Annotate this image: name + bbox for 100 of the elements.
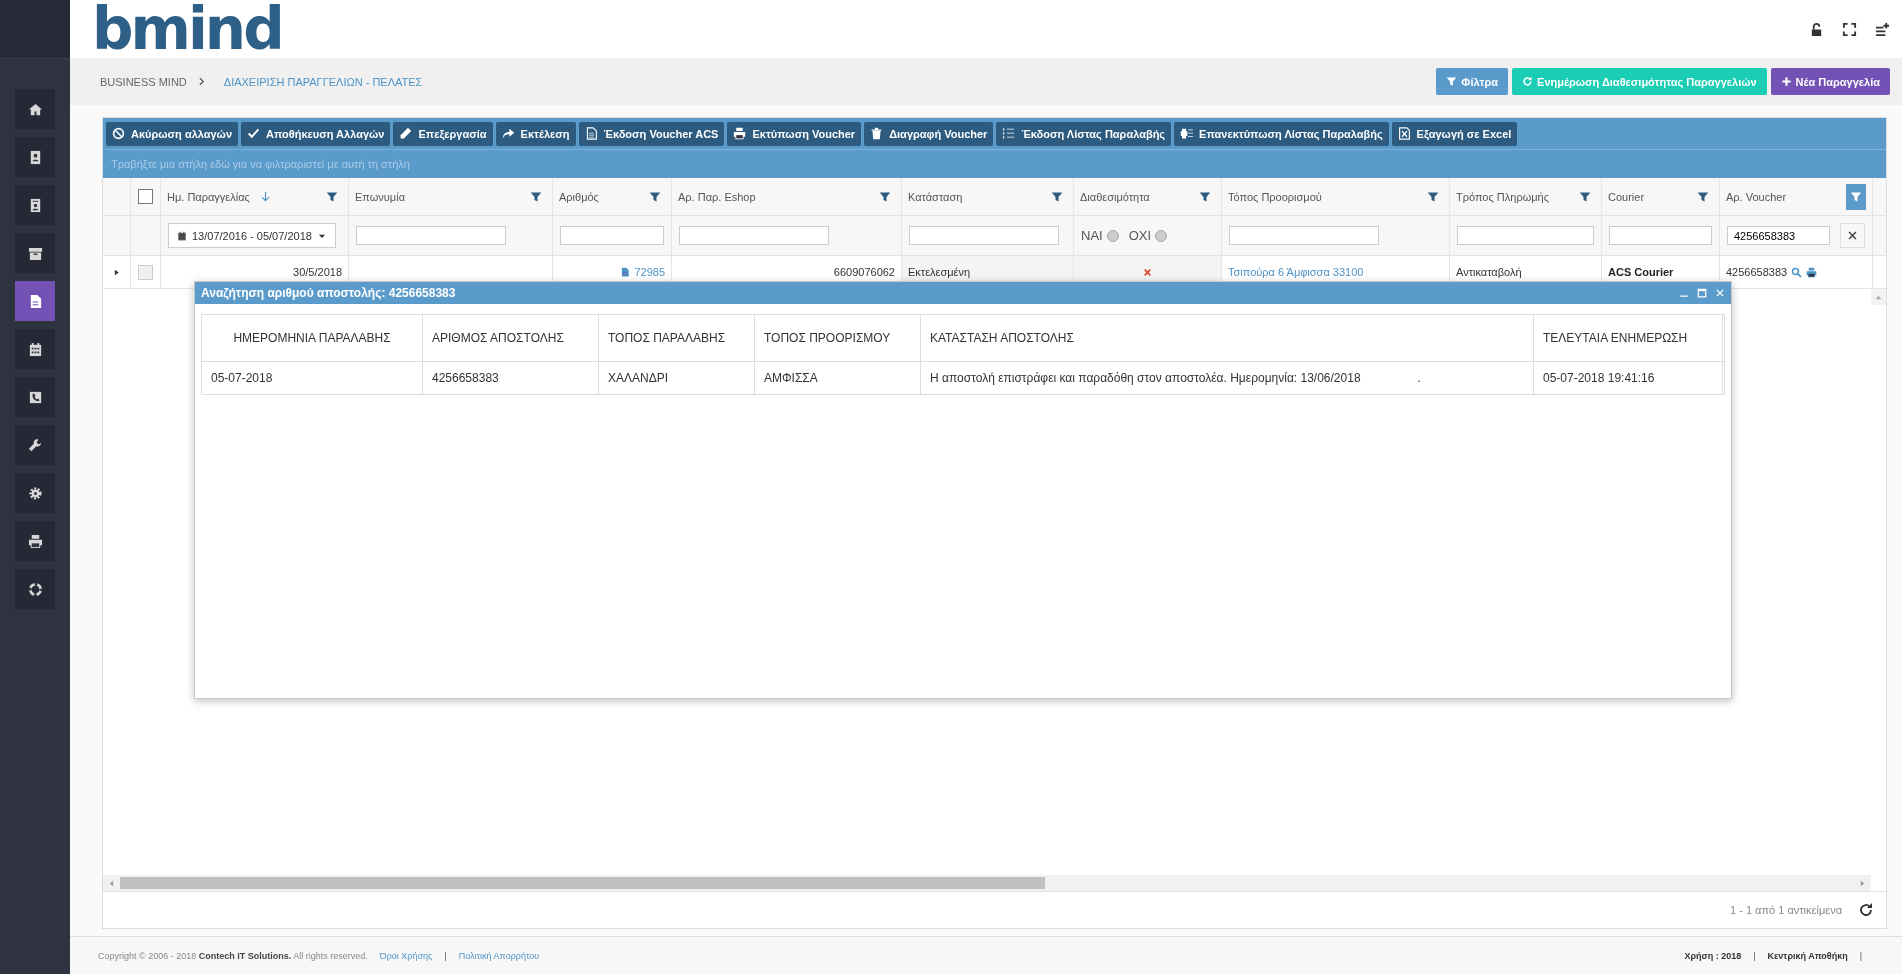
toolbar-button[interactable]: Εξαγωγή σε Excel xyxy=(1391,121,1518,146)
column-header[interactable]: Αρ. Παρ. Eshop xyxy=(678,190,756,203)
radio-label[interactable]: ΟΧΙ xyxy=(1128,228,1152,243)
printer-list-icon xyxy=(1180,127,1194,140)
column-header: ΤΟΠΟΣ ΠΑΡΑΛΑΒΗΣ xyxy=(608,331,726,345)
pager-info: 1 - 1 από 1 αντικείμενα xyxy=(1730,904,1842,916)
phone-icon xyxy=(27,389,43,405)
column-header[interactable]: Επωνυμία xyxy=(355,190,405,203)
filter-field[interactable] xyxy=(356,226,506,245)
calendar-icon xyxy=(27,341,43,357)
sort-arrow-icon[interactable] xyxy=(259,191,271,202)
scrollbar-thumb[interactable] xyxy=(120,877,1045,889)
table-cell: 05-07-2018 19:41:16 xyxy=(1543,371,1655,385)
printer-icon xyxy=(733,127,747,140)
column-header[interactable]: Courier xyxy=(1608,190,1645,203)
expand-arrow-icon[interactable] xyxy=(112,267,121,277)
logo: bmind xyxy=(92,2,282,56)
filter-field[interactable] xyxy=(1457,226,1594,245)
toolbar-button[interactable]: Έκδοση Voucher ACS xyxy=(578,121,725,146)
printer-icon[interactable] xyxy=(1806,266,1818,278)
toolbar-button[interactable]: Διαγραφή Voucher xyxy=(864,121,994,146)
table-cell: Εκτελεσμένη xyxy=(908,266,971,278)
filter-field[interactable] xyxy=(560,226,664,245)
filter-icon xyxy=(1051,190,1063,203)
refresh-icon[interactable] xyxy=(1858,902,1874,918)
close-icon[interactable] xyxy=(1715,288,1725,298)
toolbar-button[interactable]: Επανεκτύπωση Λίστας Παραλαβής xyxy=(1174,121,1389,146)
table-cell: 30/5/2018 xyxy=(293,266,342,278)
add-button[interactable]: Νέα Παραγγελία xyxy=(1770,68,1890,95)
separator: | xyxy=(1753,950,1756,961)
sidebar-item[interactable] xyxy=(15,425,55,465)
column-header: ΑΡΙΘΜΟΣ ΑΠΟΣΤΟΛΗΣ xyxy=(432,331,564,345)
filter-field[interactable] xyxy=(909,226,1059,245)
radio-label[interactable]: ΝΑΙ xyxy=(1081,228,1103,243)
sidebar-item[interactable] xyxy=(15,377,55,417)
filter-field[interactable] xyxy=(1609,226,1712,245)
radio-button[interactable] xyxy=(1106,229,1119,242)
table-cell: 4256658383 xyxy=(1726,266,1788,278)
column-filter-button[interactable] xyxy=(1846,183,1866,210)
toolbar-button[interactable]: Ακύρωση αλλαγών xyxy=(106,121,239,146)
row-checkbox[interactable] xyxy=(138,264,153,280)
filter-field[interactable]: 4256658383 xyxy=(1727,226,1830,245)
column-header[interactable]: Κατάσταση xyxy=(908,190,963,203)
sidebar-item[interactable] xyxy=(15,137,55,177)
sidebar-item[interactable] xyxy=(15,89,55,129)
column-header[interactable]: Τρόπος Πληρωμής xyxy=(1456,190,1549,203)
filter-icon xyxy=(1850,190,1862,203)
copyright-text: Copyright © 2006 - 2018 Contech IT Solutions. All rights reserved. xyxy=(98,950,368,961)
select-all-checkbox[interactable] xyxy=(138,189,153,204)
order-link[interactable]: 72985 xyxy=(634,266,665,278)
filter-icon xyxy=(649,190,661,203)
group-hint: Τραβήξτε μια στήλη εδώ για να φιλτραριστεί με αυτή τη στήλη xyxy=(111,158,410,170)
column-header[interactable]: Διαθεσιμότητα xyxy=(1080,190,1150,203)
breadcrumb-link[interactable]: BUSINESS MIND xyxy=(100,75,187,88)
lock-icon[interactable] xyxy=(1809,21,1824,37)
list-add-icon[interactable] xyxy=(1875,21,1890,37)
table-cell: 05-07-2018 xyxy=(211,371,273,385)
toolbar-button[interactable]: Εκτέλεση xyxy=(495,121,576,146)
separator: | xyxy=(444,950,447,961)
toolbar-button[interactable]: Εκτύπωση Voucher xyxy=(727,121,862,146)
horizontal-scrollbar[interactable] xyxy=(103,875,1871,891)
column-header[interactable]: Ημ. Παραγγελίας xyxy=(167,190,250,203)
sidebar-item[interactable] xyxy=(15,569,55,609)
table-cell: Αντικαταβολή xyxy=(1456,266,1522,278)
sidebar-item[interactable] xyxy=(15,233,55,273)
destination-link[interactable]: Τσιπούρα 6 Άμφισσα 33100 xyxy=(1228,266,1364,278)
filter-icon xyxy=(326,190,338,203)
calendar-icon xyxy=(177,230,187,241)
column-header: ΚΑΤΑΣΤΑΣΗ ΑΠΟΣΤΟΛΗΣ xyxy=(930,331,1074,345)
date-range-picker[interactable]: 13/07/2016 - 05/07/2018 xyxy=(168,223,336,248)
archive-box-icon xyxy=(27,245,43,261)
refresh-icon xyxy=(1522,76,1534,87)
filter-field[interactable] xyxy=(679,226,829,245)
fullscreen-icon[interactable] xyxy=(1842,21,1857,37)
sidebar-item[interactable] xyxy=(15,473,55,513)
maximize-icon[interactable] xyxy=(1697,288,1707,298)
table-cell: ACS Courier xyxy=(1608,266,1674,278)
filter-field[interactable] xyxy=(1229,226,1379,245)
sidebar-item[interactable] xyxy=(15,521,55,561)
sidebar-item[interactable] xyxy=(15,329,55,369)
chevron-icon xyxy=(196,77,206,86)
separator: | xyxy=(1859,950,1862,961)
column-header[interactable]: Αριθμός xyxy=(559,190,599,203)
document-icon xyxy=(584,127,598,140)
column-header[interactable]: Τόπος Προορισμού xyxy=(1228,190,1322,203)
document-icon xyxy=(620,267,631,277)
column-header[interactable]: Αρ. Voucher xyxy=(1726,190,1787,203)
breadcrumb-current: ΔΙΑΧΕΙΡΙΣΗ ΠΑΡΑΓΓΕΛΙΩΝ - ΠΕΛΑΤΕΣ xyxy=(223,75,423,88)
toolbar-button[interactable]: Επεξεργασία xyxy=(393,121,493,146)
radio-button[interactable] xyxy=(1155,229,1168,242)
sidebar-item[interactable] xyxy=(15,185,55,225)
toolbar-button[interactable]: Έκδοση Λίστας Παραλαβής xyxy=(996,121,1172,146)
toolbar-button[interactable]: Αποθήκευση Αλλαγών xyxy=(241,121,391,146)
column-header: ΗΜΕΡΟΜΗΝΙΑ ΠΑΡΑΛΑΒΗΣ xyxy=(233,331,391,345)
pencil-icon xyxy=(399,127,413,140)
vertical-scrollbar[interactable] xyxy=(1871,289,1886,305)
sidebar-item[interactable] xyxy=(15,281,55,321)
clear-filter-button[interactable] xyxy=(1840,223,1865,248)
filter-icon xyxy=(1697,190,1709,203)
table-cell: 4256658383 xyxy=(432,371,499,385)
